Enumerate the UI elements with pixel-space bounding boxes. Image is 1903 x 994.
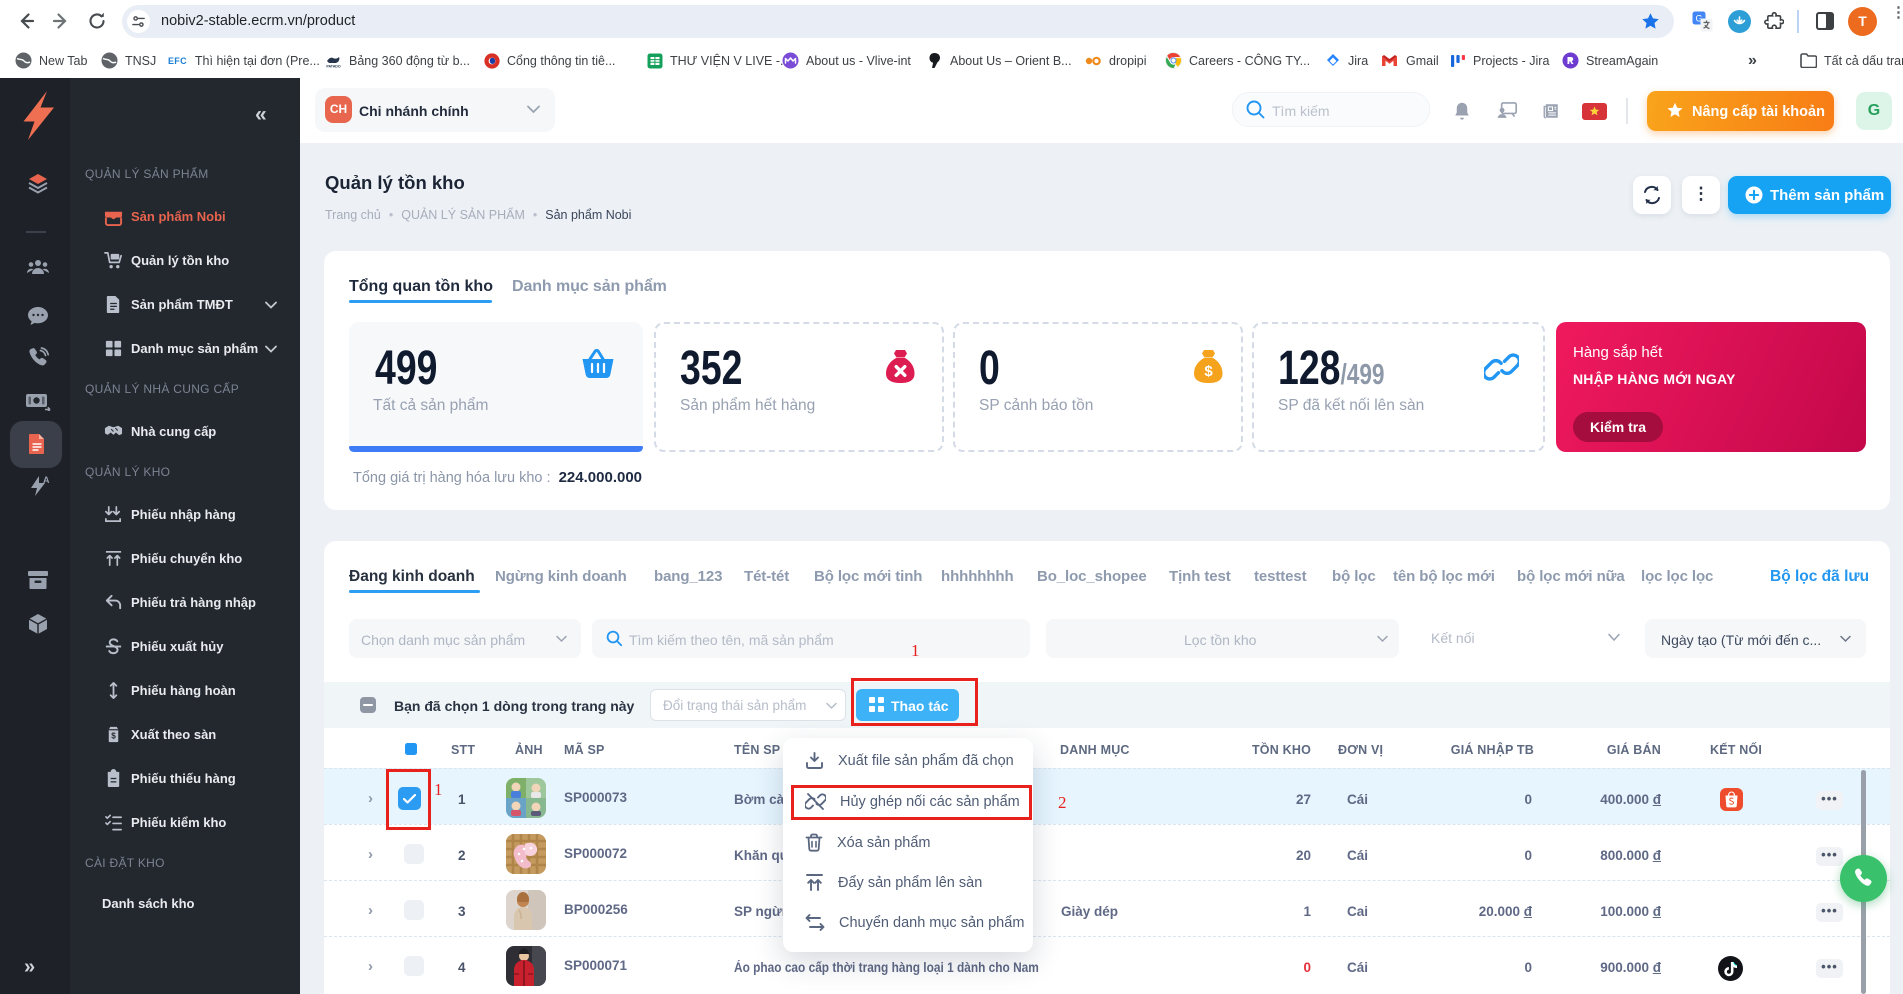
svg-text:$: $ (111, 731, 116, 740)
svg-text:$: $ (1204, 363, 1213, 380)
svg-text:PATADO: PATADO (326, 65, 341, 69)
svg-text:A: A (43, 475, 49, 485)
